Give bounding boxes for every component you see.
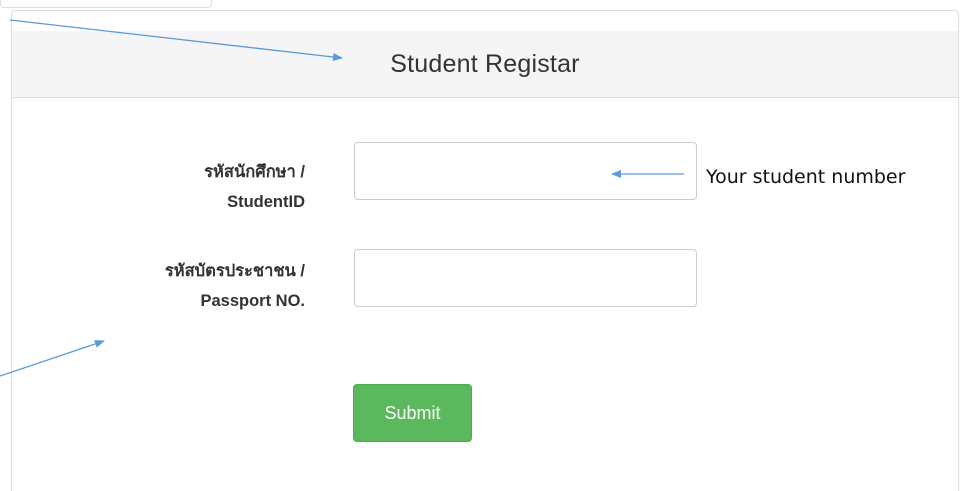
page: Student Registar รหัสนักศึกษา / StudentI… xyxy=(0,0,974,491)
student-id-label: รหัสนักศึกษา / StudentID xyxy=(45,157,305,217)
panel-title: Student Registar xyxy=(390,49,580,78)
student-id-label-thai: รหัสนักศึกษา / xyxy=(204,163,305,181)
passport-label-english: Passport NO. xyxy=(200,292,305,310)
passport-label-thai: รหัสบัตรประชาชน / xyxy=(164,262,305,280)
panel-heading: Student Registar xyxy=(12,31,958,98)
passport-label: รหัสบัตรประชาชน / Passport NO. xyxy=(45,256,305,316)
student-id-label-english: StudentID xyxy=(227,193,305,211)
student-id-input[interactable] xyxy=(354,142,697,200)
top-tab-edge xyxy=(0,0,212,8)
submit-button[interactable]: Submit xyxy=(353,384,472,442)
student-number-annotation: Your student number xyxy=(706,166,906,188)
passport-number-input[interactable] xyxy=(354,249,697,307)
